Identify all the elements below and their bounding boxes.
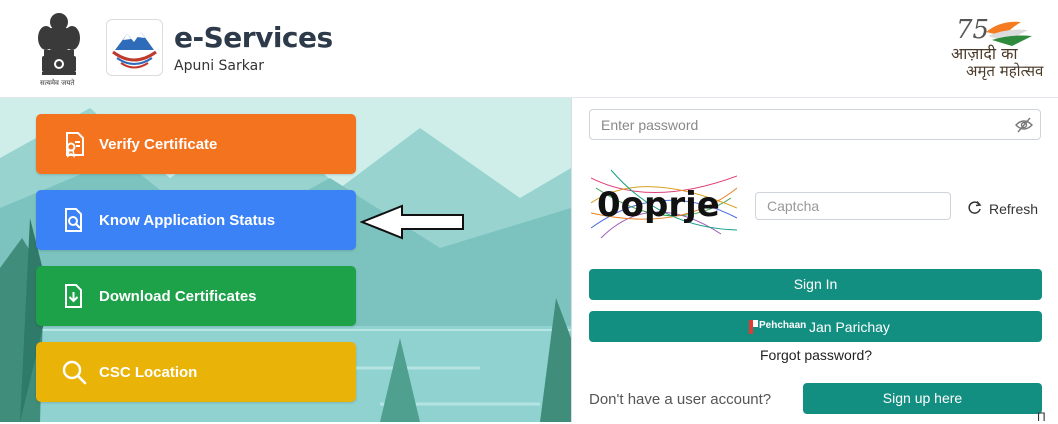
national-emblem-icon: [38, 13, 80, 75]
header: सत्यमेव जयते e-Services Apuni Sarkar 75 …: [0, 0, 1058, 98]
azadi-line2: अमृत महोत्सव: [966, 62, 1044, 80]
pehchaan-brand: Pehchaan: [759, 320, 807, 331]
panel-divider: [571, 98, 572, 422]
state-logo-icon: [112, 32, 157, 69]
password-input[interactable]: [589, 109, 1041, 140]
pointer-arrow-icon: [360, 204, 464, 240]
verify-certificate-button[interactable]: Verify Certificate: [36, 114, 356, 174]
jan-parichay-label: Jan Parichay: [809, 319, 890, 335]
sign-in-button[interactable]: Sign In: [589, 269, 1042, 300]
verify-certificate-label: Verify Certificate: [99, 136, 218, 153]
download-certificates-button[interactable]: Download Certificates: [36, 266, 356, 326]
csc-location-button[interactable]: CSC Location: [36, 342, 356, 402]
download-certificates-label: Download Certificates: [99, 288, 257, 305]
app-subtitle: Apuni Sarkar: [174, 58, 264, 74]
forgot-password-link[interactable]: Forgot password?: [760, 347, 872, 363]
jan-parichay-button[interactable]: Pehchaan Jan Parichay: [589, 311, 1042, 342]
know-application-status-button[interactable]: Know Application Status: [36, 190, 356, 250]
know-application-status-label: Know Application Status: [99, 212, 276, 229]
captcha-image: 0oprje: [591, 168, 737, 240]
download-file-icon: [65, 284, 82, 308]
uttarakhand-logo: [106, 19, 163, 76]
app-title: e-Services: [174, 21, 333, 54]
document-search-icon: [65, 208, 82, 232]
certificate-icon: [66, 132, 84, 158]
refresh-button[interactable]: Refresh: [989, 201, 1038, 217]
csc-location-label: CSC Location: [99, 364, 198, 381]
captcha-text: 0oprje: [597, 185, 720, 225]
azadi-number: 75: [956, 15, 989, 45]
no-account-text: Don't have a user account?: [589, 391, 772, 408]
captcha-input[interactable]: [755, 192, 951, 220]
search-icon: [62, 360, 87, 385]
sign-up-button[interactable]: Sign up here: [803, 383, 1042, 414]
eye-slash-icon[interactable]: [1015, 117, 1033, 133]
refresh-icon[interactable]: [967, 200, 982, 215]
emblem-caption: सत्यमेव जयते: [40, 79, 75, 87]
